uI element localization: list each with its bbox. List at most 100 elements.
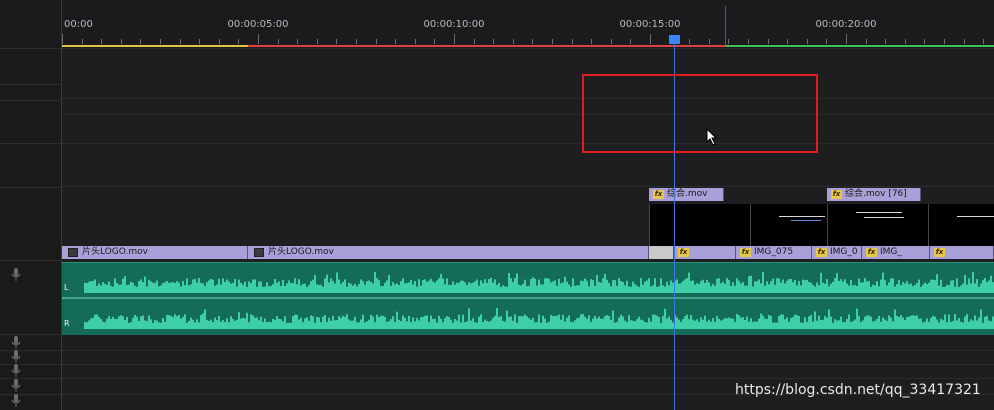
waveform-bar [682,280,684,293]
waveform-bar [256,286,258,293]
video-clip[interactable]: 片头LOGO.mov [248,246,649,259]
microphone-icon[interactable] [10,350,22,364]
waveform-bar [142,282,144,293]
waveform-bar [956,278,958,293]
waveform-bar [868,281,870,293]
waveform-bar [386,321,388,329]
waveform-bar [898,317,900,329]
ruler-tick [963,39,965,44]
waveform-bar [904,283,906,293]
waveform-bar [692,319,694,329]
waveform-bar [136,316,138,329]
waveform-bar [182,316,184,329]
ruler-tick [748,39,749,44]
waveform-bar [730,318,732,329]
waveform-bar [866,281,868,293]
waveform-bar [640,319,642,329]
waveform-bar [534,322,536,329]
waveform-bar [888,282,890,293]
waveform-bar [870,286,872,293]
video-clip[interactable]: fx 综合.mov [76] [827,188,921,201]
ruler-tick [414,39,416,44]
waveform-bar [544,278,546,293]
waveform-bar [650,321,652,329]
waveform-bar [284,316,286,329]
waveform-bar [578,285,580,293]
waveform-bar [494,315,496,329]
waveform-bar [886,285,888,293]
waveform-bar [810,314,812,329]
waveform-bar [216,284,218,293]
microphone-icon[interactable] [10,336,22,350]
waveform-bar [258,281,260,293]
video-clip[interactable]: fx IMG_0 [812,246,862,259]
video-clip[interactable]: fx 综合.mov [649,188,724,201]
video-clip[interactable]: fx [674,246,736,259]
waveform-bar [84,282,86,293]
video-clip[interactable]: fx [930,246,994,259]
video-clip[interactable]: fx IMG_ [862,246,930,259]
waveform-bar [586,318,588,329]
waveform-bar [976,279,978,293]
ruler-tick [708,39,710,44]
playhead-handle[interactable] [669,35,680,44]
waveform-bar [408,315,410,329]
waveform-bar [640,278,642,293]
waveform-bar [738,315,740,329]
waveform-bar [366,281,368,293]
waveform-bar [906,280,908,293]
video-clip[interactable]: 片头LOGO.mov [62,246,248,259]
waveform-bar [512,282,514,293]
waveform-bar [842,281,844,293]
waveform-bar [936,319,938,329]
waveform-bar [204,285,206,293]
ruler-tick [62,34,63,44]
waveform-bar [88,281,90,293]
waveform-bar [528,285,530,293]
waveform-bar [214,285,216,293]
waveform-bar [126,316,128,329]
microphone-icon[interactable] [10,364,22,378]
waveform-bar [164,282,166,293]
waveform-bar [216,320,218,329]
waveform-bar [746,316,748,329]
waveform-bar [372,316,374,329]
waveform-bar [962,283,964,293]
waveform-bar [266,282,268,293]
waveform-bar [432,281,434,293]
waveform-bar [450,319,452,329]
waveform-bar [602,278,604,293]
video-clip[interactable]: fx IMG_075 [736,246,812,259]
waveform-bar [954,314,956,329]
ruler-tick [395,39,397,44]
waveform-bar [260,281,262,293]
transition-clip[interactable] [649,246,674,259]
audio-track[interactable]: L R [62,262,994,335]
waveform-bar [878,315,880,329]
waveform-bar [256,317,258,329]
waveform-bar [164,321,166,329]
waveform-bar [824,283,826,293]
waveform-bar [976,320,978,329]
waveform-bar [116,283,118,293]
waveform-bar [274,319,276,329]
waveform-bar [910,283,912,293]
microphone-icon[interactable] [10,268,22,282]
waveform-bar [908,284,910,293]
timeline-ruler[interactable]: 00:00 00:00:05:00 00:00:10:00 00:00:15:0… [62,0,994,49]
waveform-bar [142,315,144,329]
waveform-bar [888,315,890,329]
marker-line [725,6,726,45]
waveform-bar [748,321,750,329]
waveform-bar [626,280,628,293]
waveform-bar [472,282,474,293]
microphone-icon[interactable] [10,379,22,393]
waveform-bar [650,286,652,293]
waveform-bar [646,322,648,329]
waveform-bar [598,316,600,329]
waveform-bar [726,278,728,293]
microphone-icon[interactable] [10,394,22,408]
waveform-bar [820,319,822,329]
waveform-bar [846,283,848,293]
waveform-bar [262,286,264,293]
